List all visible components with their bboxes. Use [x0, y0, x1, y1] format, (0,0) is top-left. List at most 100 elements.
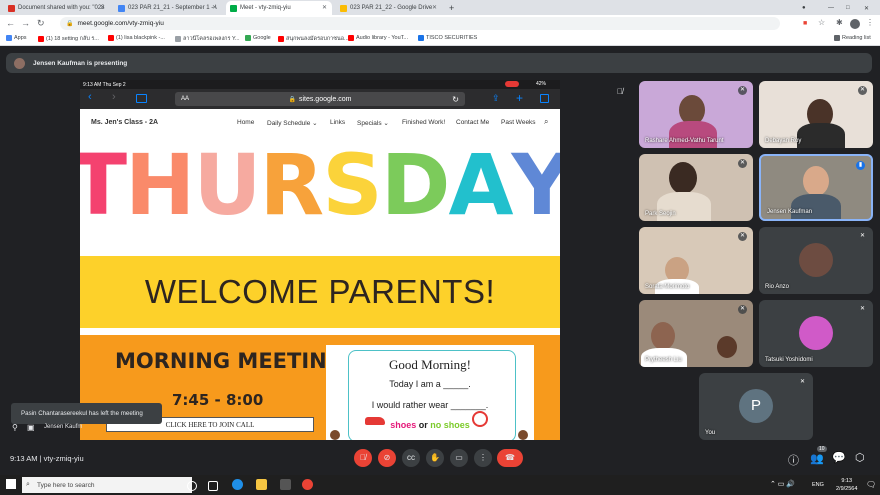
people-icon[interactable]: 👥: [810, 452, 824, 465]
close-icon[interactable]: ✕: [322, 4, 327, 11]
maximize-icon[interactable]: □: [844, 1, 856, 15]
chat-icon[interactable]: 💬: [832, 451, 846, 464]
participant-tile[interactable]: ✕ Debayan Roy: [759, 81, 873, 148]
book-icon[interactable]: [136, 94, 147, 103]
reload-icon[interactable]: ↻: [452, 95, 459, 104]
back-icon[interactable]: ‹: [88, 91, 92, 103]
youtube-icon: [348, 35, 354, 41]
bookmark-item[interactable]: (1) 18 setting กลับ ร...: [38, 35, 99, 43]
participant-tile[interactable]: ✕ Prytheesh Liu: [639, 300, 753, 367]
nav-specials[interactable]: Specials ⌄: [357, 119, 389, 127]
nav-past-weeks[interactable]: Past Weeks: [501, 119, 536, 126]
site-title[interactable]: Ms. Jen's Class - 2A: [91, 119, 158, 126]
safari-url-bar[interactable]: AA 🔒 sites.google.com ↻: [175, 92, 465, 106]
tab-gmail[interactable]: Document shared with you: "023 ✕: [4, 1, 110, 15]
nav-daily-schedule[interactable]: Daily Schedule ⌄: [267, 119, 318, 127]
search-icon: ⌕: [26, 481, 30, 488]
tabs-icon[interactable]: [540, 94, 549, 103]
present-icon[interactable]: ▣: [27, 423, 35, 432]
bookmark-star-icon[interactable]: ☆: [818, 18, 825, 27]
participant-tile-active[interactable]: ▮ Jensen Kaufman: [759, 154, 873, 221]
tab-docs[interactable]: 023 PAR 21_21 - September 1 - \ ✕: [114, 1, 222, 15]
taskbar-clock[interactable]: 9:13 2/9/2564: [836, 477, 857, 493]
edge-icon[interactable]: [232, 479, 243, 490]
reload-icon[interactable]: ↻: [37, 18, 45, 29]
share-icon[interactable]: ⇪: [492, 93, 500, 104]
bookmark-item[interactable]: ลาวนีโคลรอเพลงกร Y...: [175, 35, 240, 43]
raise-hand-button[interactable]: ✋: [426, 449, 444, 467]
bookmark-apps[interactable]: Apps: [6, 35, 27, 41]
menu-icon[interactable]: ⋮: [866, 18, 874, 27]
site-header: Ms. Jen's Class - 2A Home Daily Schedule…: [80, 109, 560, 135]
forward-icon[interactable]: →: [21, 18, 30, 28]
youtube-icon: [38, 36, 44, 42]
lock-icon: 🔒: [66, 21, 74, 27]
close-icon[interactable]: ✕: [100, 4, 105, 11]
bookmark-item[interactable]: Audio library - YouT...: [348, 35, 408, 41]
apps-grid-icon: [6, 35, 12, 41]
bookmark-item[interactable]: สนุกพนลงมัดรอบกาซนอ...: [278, 35, 349, 43]
windows-start-icon[interactable]: [6, 479, 16, 489]
drive-icon: [340, 4, 347, 12]
store-icon[interactable]: [280, 479, 291, 490]
back-icon[interactable]: ←: [6, 18, 15, 28]
shared-screen: 9:13 AM Thu Sep 2 42% ‹ › AA 🔒 sites.goo…: [80, 80, 560, 440]
file-explorer-icon[interactable]: [256, 479, 267, 490]
tab-drive[interactable]: 023 PAR 21_22 - Google Drive ✕: [336, 1, 442, 15]
chrome-icon[interactable]: [302, 479, 313, 490]
captions-button[interactable]: cc: [402, 449, 420, 467]
extensions-icon[interactable]: ✱: [836, 18, 843, 27]
activities-icon[interactable]: ⬡: [855, 451, 865, 464]
camera-indicator-icon[interactable]: ■: [803, 20, 807, 27]
ipad-status-bar: 9:13 AM Thu Sep 2 42%: [80, 80, 560, 89]
nav-links[interactable]: Links: [330, 119, 345, 126]
bookmark-item[interactable]: (1) lisa blackpink -...: [108, 35, 165, 41]
mic-toggle-button[interactable]: 🎙̸: [354, 449, 372, 467]
tab-search-icon[interactable]: ●: [800, 1, 812, 15]
camera-toggle-button[interactable]: ⊘: [378, 449, 396, 467]
new-tab-button[interactable]: +: [446, 1, 460, 15]
reading-list[interactable]: Reading list: [834, 35, 871, 41]
presenter-muted-icon: 🎙̸: [617, 87, 623, 96]
participant-tile[interactable]: ✕ Rashare Ahmed-Vathu Tarunt: [639, 81, 753, 148]
nav-contact-me[interactable]: Contact Me: [456, 119, 489, 126]
taskbar-search-input[interactable]: ⌕ Type here to search: [22, 477, 192, 493]
forward-icon[interactable]: ›: [112, 91, 116, 103]
more-options-button[interactable]: ⋮: [474, 449, 492, 467]
avatar: [799, 316, 833, 350]
tab-meet[interactable]: Meet - vty-zmiq-yiu ✕: [226, 1, 332, 15]
participant-tile[interactable]: ✕ Sorata Morimoto: [639, 227, 753, 294]
youtube-icon: [108, 35, 114, 41]
info-icon[interactable]: ⓘ: [788, 452, 799, 468]
window-close-icon[interactable]: ✕: [862, 1, 874, 15]
close-icon[interactable]: ✕: [432, 4, 437, 11]
minimize-icon[interactable]: —: [826, 1, 838, 15]
google-icon: [245, 35, 251, 41]
nav-home[interactable]: Home: [237, 119, 254, 126]
bookmark-google[interactable]: Google: [245, 35, 271, 41]
cortana-icon[interactable]: [187, 481, 197, 491]
pin-icon[interactable]: ⚲: [12, 423, 18, 432]
language-indicator[interactable]: ENG: [812, 482, 824, 488]
day-letter: T: [80, 136, 127, 234]
character-icon: [518, 430, 528, 440]
participant-tile[interactable]: ✕ Rio Anzo: [759, 227, 873, 294]
present-now-button[interactable]: ▭: [450, 449, 468, 467]
notifications-icon[interactable]: 🗨: [866, 480, 876, 489]
bookmark-item[interactable]: TISCO SECURITIES: [418, 35, 477, 41]
self-tile[interactable]: P ✕ You: [699, 373, 813, 440]
day-letter: D: [380, 136, 451, 234]
nav-finished-work[interactable]: Finished Work!: [402, 119, 445, 126]
tray-icons[interactable]: ⌃ ▭ 🔊: [770, 480, 795, 488]
close-icon[interactable]: ✕: [212, 4, 217, 11]
participant-tile[interactable]: ✕ Tatsuki Yoshidomi: [759, 300, 873, 367]
new-tab-icon[interactable]: +: [516, 91, 523, 105]
day-letter: R: [259, 136, 325, 234]
search-icon[interactable]: ⌕: [544, 117, 548, 127]
task-view-icon[interactable]: [208, 481, 218, 491]
profile-avatar[interactable]: [850, 19, 860, 29]
participant-tile[interactable]: ✕ Park Seojin: [639, 154, 753, 221]
mic-off-icon: ✕: [858, 232, 867, 241]
leave-call-button[interactable]: ☎: [497, 449, 523, 467]
url-bar[interactable]: 🔒 meet.google.com/vty-zmiq-yiu: [60, 17, 780, 30]
